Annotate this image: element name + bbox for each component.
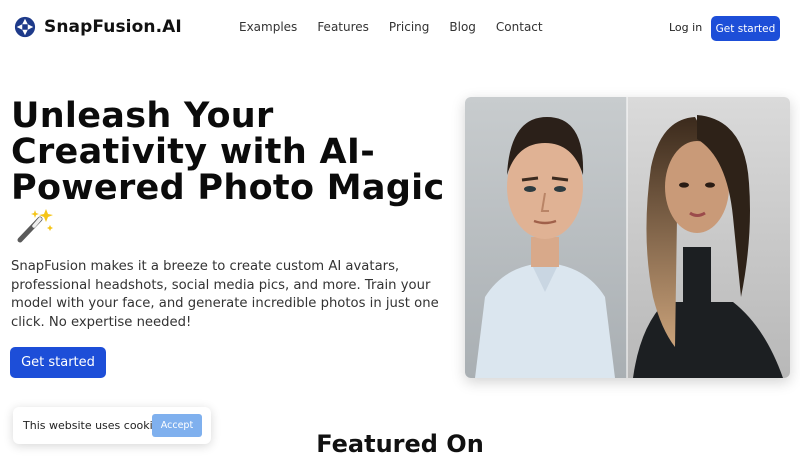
get-started-nav-button[interactable]: Get started xyxy=(711,16,780,41)
brand-logo[interactable]: SnapFusion.AI xyxy=(14,16,182,38)
nav-link-contact[interactable]: Contact xyxy=(496,20,543,34)
featured-on-heading: Featured On xyxy=(316,430,484,458)
brand-name: SnapFusion.AI xyxy=(44,17,182,37)
magic-wand-icon xyxy=(17,209,53,243)
nav-links: Examples Features Pricing Blog Contact xyxy=(239,20,543,34)
login-link[interactable]: Log in xyxy=(669,21,702,34)
ai-portrait-image xyxy=(465,97,790,378)
top-navbar: SnapFusion.AI Examples Features Pricing … xyxy=(0,0,800,56)
nav-link-pricing[interactable]: Pricing xyxy=(389,20,429,34)
nav-link-blog[interactable]: Blog xyxy=(449,20,476,34)
hero-description: SnapFusion makes it a breeze to create c… xyxy=(11,259,439,330)
aperture-logo-icon xyxy=(14,16,36,38)
nav-link-features[interactable]: Features xyxy=(317,20,369,34)
hero-title: Unleash Your Creativity with AI-Powered … xyxy=(11,98,461,247)
nav-link-examples[interactable]: Examples xyxy=(239,20,297,34)
hero-image xyxy=(465,97,790,378)
get-started-hero-button[interactable]: Get started xyxy=(10,347,106,378)
hero-title-text: Unleash Your Creativity with AI-Powered … xyxy=(11,96,445,208)
